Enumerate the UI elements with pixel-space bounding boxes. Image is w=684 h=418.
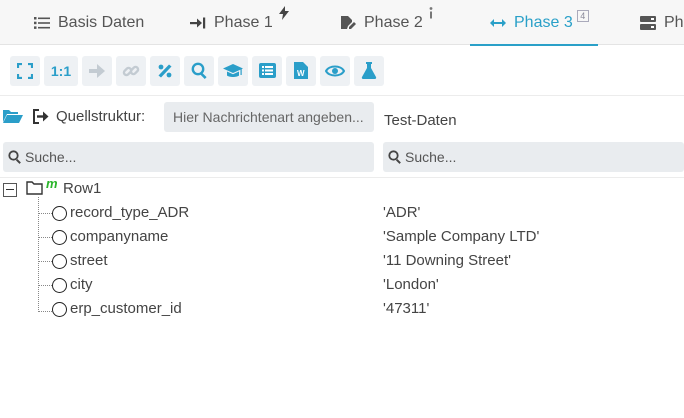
source-structure-label: Quellstruktur:: [56, 108, 146, 125]
search-icon: [8, 150, 22, 169]
test-button[interactable]: [354, 55, 384, 86]
folder-icon: [26, 181, 43, 200]
test-data-search-input[interactable]: [405, 142, 676, 172]
test-value: '11 Downing Street': [383, 252, 512, 269]
tree-connector: [38, 285, 52, 286]
folder-open-icon[interactable]: [3, 109, 23, 129]
field-node-icon: [52, 230, 67, 245]
search-button[interactable]: [184, 55, 214, 86]
field-node-icon: [52, 278, 67, 293]
divider: [0, 177, 684, 178]
source-search-input[interactable]: [25, 142, 359, 172]
tree-field[interactable]: city: [70, 276, 93, 293]
search-icon: [388, 150, 402, 169]
preview-button[interactable]: [320, 55, 350, 86]
test-data-label: Test-Daten: [384, 112, 457, 129]
svg-text:W: W: [297, 69, 305, 78]
word-export-button[interactable]: W: [286, 55, 316, 86]
message-type-input[interactable]: [164, 102, 374, 132]
list-icon: [34, 15, 50, 31]
field-node-icon: [52, 254, 67, 269]
tree-field[interactable]: record_type_ADR: [70, 204, 189, 221]
list-alt-icon: [258, 63, 276, 78]
tab-label: Phase 3: [514, 13, 573, 31]
tree-connector: [38, 197, 39, 312]
sign-out-icon[interactable]: [32, 109, 49, 129]
tree-connector: [38, 311, 52, 312]
search-icon: [191, 62, 207, 79]
mapping-toolbar: 1:1 W: [0, 46, 684, 96]
phase-tabs: Basis Daten Phase 1 Phase 2 Phase 3 4 Ph: [0, 0, 684, 46]
percent-icon: [158, 64, 172, 77]
tab-phase-1[interactable]: Phase 1: [190, 0, 289, 45]
test-value: '47311': [383, 300, 430, 317]
mapping-marker-icon: m: [46, 176, 58, 191]
arrow-right-button[interactable]: [82, 55, 112, 86]
info-icon: [429, 6, 433, 24]
field-node-icon: [52, 302, 67, 317]
tree-connector: [38, 237, 52, 238]
arrow-right-icon: [89, 63, 105, 78]
test-value: 'ADR': [383, 204, 421, 221]
source-search[interactable]: [3, 142, 374, 172]
expand-button[interactable]: [10, 55, 40, 86]
field-node-icon: [52, 206, 67, 221]
flask-icon: [361, 62, 377, 79]
tab-phase-2[interactable]: Phase 2: [340, 0, 433, 45]
tree-root-label[interactable]: Row1: [63, 180, 101, 197]
tab-next-phase[interactable]: Ph: [640, 0, 684, 45]
arrows-horizontal-icon: [490, 15, 506, 31]
file-signature-icon: [340, 15, 356, 31]
test-data-search[interactable]: [383, 142, 684, 172]
graduation-cap-icon: [223, 63, 243, 77]
tab-basis-daten[interactable]: Basis Daten: [34, 0, 144, 45]
tree-field[interactable]: street: [70, 252, 108, 269]
tab-label: Phase 1: [214, 13, 273, 31]
collapse-toggle[interactable]: [3, 183, 17, 197]
phase-count-badge: 4: [576, 9, 589, 22]
eye-icon: [325, 65, 345, 76]
test-value: 'Sample Company LTD': [383, 228, 540, 245]
tab-label: Basis Daten: [58, 13, 145, 31]
tree-connector: [38, 213, 52, 214]
tab-label: Phase 2: [364, 13, 423, 31]
bolt-icon: [278, 6, 289, 25]
arrow-to-line-icon: [190, 15, 206, 31]
link-icon: [122, 65, 140, 76]
tree-field[interactable]: companyname: [70, 228, 168, 245]
tree-field[interactable]: erp_customer_id: [70, 300, 182, 317]
word-file-icon: W: [294, 62, 308, 79]
one-to-one-button[interactable]: 1:1: [44, 55, 78, 86]
expand-icon: [17, 62, 33, 79]
link-button[interactable]: [116, 55, 146, 86]
test-value: 'London': [383, 276, 439, 293]
tab-phase-3[interactable]: Phase 3 4: [470, 0, 598, 46]
graduation-cap-button[interactable]: [218, 55, 248, 86]
source-structure-row: Quellstruktur: Test-Daten: [0, 100, 684, 134]
server-icon: [640, 15, 656, 31]
list-alt-button[interactable]: [252, 55, 282, 86]
tab-label: Ph: [664, 13, 684, 31]
percent-button[interactable]: [150, 55, 180, 86]
tree-connector: [38, 261, 52, 262]
